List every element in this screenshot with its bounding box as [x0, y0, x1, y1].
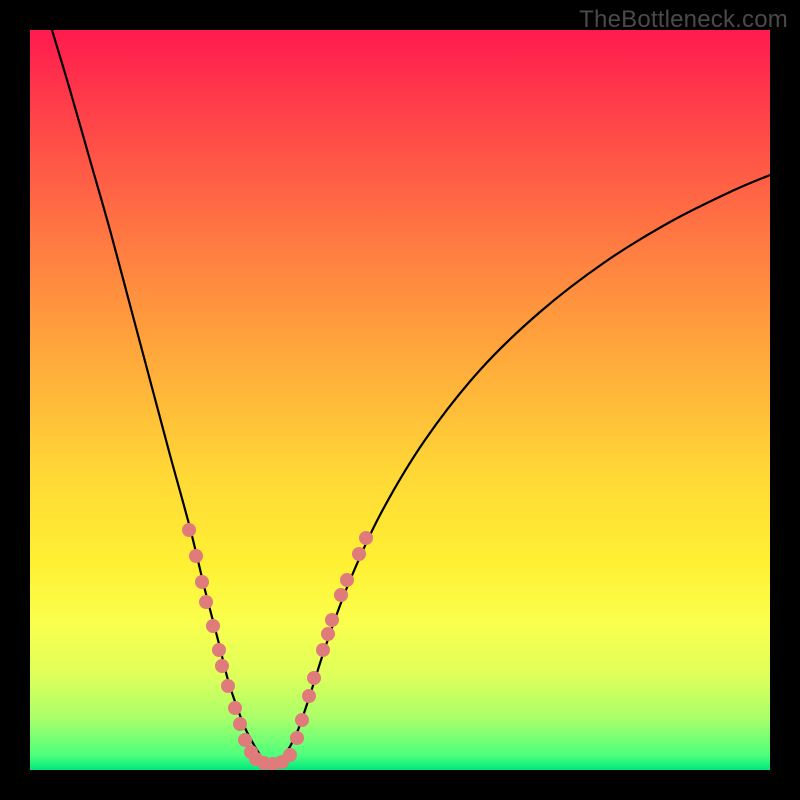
- scatter-dot: [359, 531, 373, 545]
- scatter-dot: [340, 573, 354, 587]
- scatter-dot: [212, 643, 226, 657]
- scatter-dot: [283, 748, 297, 762]
- scatter-dot: [199, 595, 213, 609]
- scatter-dot: [189, 549, 203, 563]
- scatter-dot: [295, 713, 309, 727]
- scatter-dot: [233, 717, 247, 731]
- outer-frame: TheBottleneck.com: [0, 0, 800, 800]
- scatter-dot: [325, 613, 339, 627]
- scatter-dot: [321, 627, 335, 641]
- scatter-dot: [182, 523, 196, 537]
- scatter-dot: [307, 671, 321, 685]
- scatter-dot: [221, 679, 235, 693]
- chart-svg: [30, 30, 770, 770]
- scatter-dot: [215, 659, 229, 673]
- scatter-dot: [302, 689, 316, 703]
- scatter-dot: [334, 588, 348, 602]
- scatter-dot: [352, 547, 366, 561]
- scatter-dot: [290, 731, 304, 745]
- plot-area: [30, 30, 770, 770]
- scatter-dot: [316, 643, 330, 657]
- scatter-dot: [238, 733, 252, 747]
- scatter-points: [182, 523, 373, 770]
- scatter-dot: [195, 575, 209, 589]
- scatter-dot: [206, 619, 220, 633]
- curve-left-branch: [52, 30, 262, 758]
- curve-right-branch: [280, 175, 770, 760]
- scatter-dot: [228, 701, 242, 715]
